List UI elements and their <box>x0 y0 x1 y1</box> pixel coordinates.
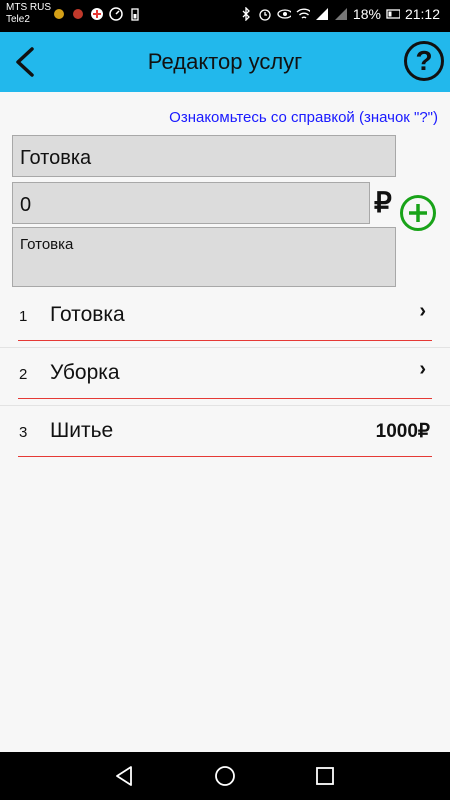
service-price: 1000₽ <box>375 421 430 442</box>
app-notification-icon <box>71 7 85 21</box>
nav-home-button[interactable] <box>213 764 237 788</box>
services-list: 1 Готовка › 2 Уборка › 3 Шитье 1000₽ <box>0 290 450 463</box>
square-recents-icon <box>316 767 334 785</box>
service-number: 2 <box>19 366 28 383</box>
carrier-1: MTS RUS <box>6 2 51 13</box>
battery-percent: 18% <box>352 6 381 22</box>
help-hint: Ознакомьтесь со справкой (значок "?") <box>169 109 438 126</box>
service-name: Готовка <box>50 303 125 326</box>
help-button[interactable]: ? <box>404 41 444 81</box>
navigation-bar <box>0 752 450 800</box>
add-service-button[interactable] <box>399 194 437 232</box>
eye-icon <box>277 7 291 21</box>
wifi-icon <box>296 7 310 21</box>
service-name-input[interactable]: Готовка <box>12 135 396 177</box>
service-item[interactable]: 2 Уборка › <box>0 348 450 406</box>
service-description-input[interactable]: Готовка <box>12 227 396 287</box>
service-name: Шитье <box>50 419 114 442</box>
clock: 21:12 <box>404 6 440 22</box>
notification-icons <box>52 7 142 21</box>
triangle-back-icon <box>116 766 132 786</box>
system-status: 18% 21:12 <box>239 6 440 22</box>
nav-recents-button[interactable] <box>313 764 337 788</box>
item-divider <box>18 398 432 399</box>
alarm-icon <box>258 7 272 21</box>
page-title: Редактор услуг <box>147 49 303 74</box>
carrier-info: MTS RUS Tele2 <box>6 2 51 26</box>
status-bar: MTS RUS Tele2 18% 21:12 <box>0 0 450 32</box>
currency-symbol: ₽ <box>374 187 392 218</box>
circle-home-icon <box>215 766 235 786</box>
signal-icon <box>334 7 348 21</box>
battery-icon <box>386 7 400 21</box>
gauge-icon <box>109 7 123 21</box>
back-button[interactable] <box>10 44 46 80</box>
app-bar: Редактор услуг ? <box>0 32 450 92</box>
nav-back-button[interactable] <box>113 764 137 788</box>
plus-circle-icon <box>400 195 436 231</box>
service-item[interactable]: 1 Готовка › <box>0 290 450 348</box>
service-item[interactable]: 3 Шитье 1000₽ <box>0 406 450 463</box>
carrier-2: Tele2 <box>6 14 30 25</box>
item-divider <box>18 340 432 341</box>
chevron-right-icon: › <box>419 358 426 380</box>
signal-icon <box>315 7 329 21</box>
bluetooth-icon <box>239 7 253 21</box>
service-name: Уборка <box>50 361 120 384</box>
app-notification-icon <box>90 7 104 21</box>
service-number: 1 <box>19 308 28 325</box>
app-notification-icon <box>52 7 66 21</box>
back-arrow-icon <box>16 47 34 77</box>
service-price-input[interactable]: 0 <box>12 182 370 224</box>
item-divider <box>18 456 432 457</box>
service-number: 3 <box>19 424 28 441</box>
battery-notification-icon <box>128 7 142 21</box>
chevron-right-icon: › <box>419 300 426 322</box>
